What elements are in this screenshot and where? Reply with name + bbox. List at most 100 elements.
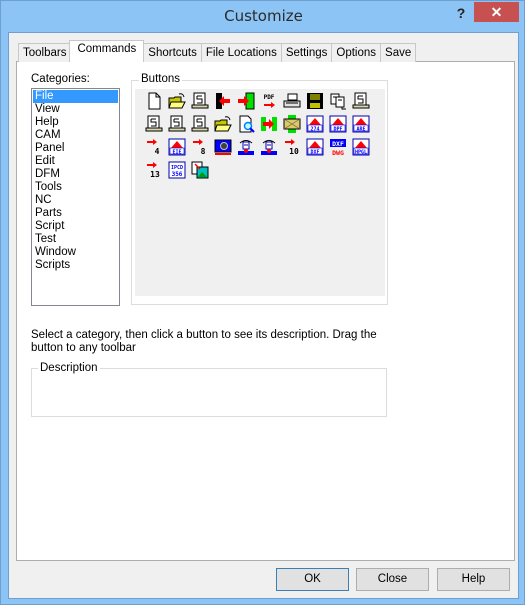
export-10-icon: 10 [285, 139, 299, 156]
command-button[interactable] [237, 92, 255, 110]
command-button[interactable] [145, 92, 163, 110]
envelope-icon [283, 115, 301, 133]
command-button[interactable] [168, 115, 186, 133]
command-button[interactable]: 274 [306, 115, 324, 133]
categories-listbox[interactable]: File View Help CAM Panel Edit DFM Tools … [31, 88, 120, 306]
import-dxf-icon: DXF [306, 138, 324, 156]
close-window-button[interactable]: ✕ [474, 2, 519, 22]
command-button[interactable]: DXF [306, 138, 324, 156]
category-item-window[interactable]: Window [33, 246, 118, 259]
command-button[interactable] [283, 92, 301, 110]
command-button[interactable] [214, 115, 232, 133]
category-item-view[interactable]: View [33, 103, 118, 116]
category-item-nc[interactable]: NC [33, 194, 118, 207]
category-item-script[interactable]: Script [33, 220, 118, 233]
pdf-export-icon: PDF [264, 94, 275, 108]
save-disk-icon [307, 93, 323, 109]
command-button[interactable]: ARE [352, 115, 370, 133]
command-button[interactable] [191, 115, 209, 133]
category-item-cam[interactable]: CAM [33, 129, 118, 142]
ok-button[interactable]: OK [276, 568, 349, 591]
title-bar[interactable]: Customize ? ✕ [1, 1, 525, 32]
robot-icon [238, 140, 254, 155]
svg-text:10: 10 [289, 147, 299, 156]
command-button[interactable]: PDF [260, 92, 278, 110]
command-button[interactable] [145, 115, 163, 133]
category-item-tools[interactable]: Tools [33, 181, 118, 194]
command-button[interactable] [306, 92, 324, 110]
import-hpgl-icon: HPGL [352, 138, 370, 156]
svg-text:8: 8 [201, 147, 206, 156]
command-button[interactable] [191, 161, 209, 179]
command-button[interactable] [352, 92, 370, 110]
command-button[interactable]: HPGL [352, 138, 370, 156]
tab-strip: Toolbars Commands Shortcuts File Locatio… [18, 40, 417, 62]
svg-text:EIE: EIE [172, 150, 181, 156]
command-button[interactable]: 13 [145, 161, 163, 179]
category-item-test[interactable]: Test [33, 233, 118, 246]
description-groupbox [31, 368, 387, 417]
category-item-edit[interactable]: Edit [33, 155, 118, 168]
command-button[interactable] [191, 92, 209, 110]
tab-commands[interactable]: Commands [69, 40, 145, 62]
svg-text:4: 4 [155, 147, 160, 156]
instructions-text: Select a category, then click a button t… [31, 329, 377, 354]
import-are-icon: ARE [352, 115, 370, 133]
command-button[interactable]: EIE [168, 138, 186, 156]
buttons-area: PDF 274 DPF ARE 4 EIE 8 10 DXF DXF DWG HPGL 13 IPCD 35… [135, 89, 385, 296]
category-item-parts[interactable]: Parts [33, 207, 118, 220]
import-dpf-icon: DPF [329, 115, 347, 133]
open-folder-icon [214, 116, 232, 132]
export-8-icon: 8 [193, 139, 206, 156]
command-button[interactable]: 10 [283, 138, 301, 156]
svg-text:ARE: ARE [356, 127, 365, 133]
command-button[interactable]: 8 [191, 138, 209, 156]
command-button[interactable] [214, 92, 232, 110]
print-icon [283, 93, 301, 108]
category-item-file[interactable]: File [33, 90, 118, 103]
category-item-panel[interactable]: Panel [33, 142, 118, 155]
tab-toolbars[interactable]: Toolbars [18, 43, 72, 62]
svg-text:DPF: DPF [333, 127, 342, 133]
command-button[interactable]: 4 [145, 138, 163, 156]
command-button[interactable] [214, 138, 232, 156]
customize-dialog: Customize ? ✕ Toolbars Commands Shortcut… [0, 0, 525, 605]
description-label: Description [38, 362, 100, 374]
categories-label: Categories: [31, 73, 90, 85]
import-left-icon [216, 93, 230, 109]
tab-save[interactable]: Save [380, 43, 417, 62]
new-file-icon [148, 92, 161, 110]
command-button[interactable] [329, 92, 347, 110]
open-folder-icon [168, 93, 186, 109]
export-right-icon [238, 92, 255, 110]
svg-text:356: 356 [172, 171, 183, 178]
svg-text:DWG: DWG [332, 149, 344, 156]
command-button[interactable] [283, 115, 301, 133]
printer-doc-icon [191, 92, 209, 109]
tab-shortcuts[interactable]: Shortcuts [143, 43, 202, 62]
category-item-scripts[interactable]: Scripts [33, 259, 118, 272]
export-4-icon: 4 [147, 139, 160, 156]
command-button[interactable] [260, 138, 278, 156]
help-button[interactable]: Help [437, 568, 510, 591]
dialog-client: Toolbars Commands Shortcuts File Locatio… [8, 32, 519, 599]
help-question-button[interactable]: ? [452, 3, 470, 23]
command-button[interactable] [260, 115, 278, 133]
command-button[interactable] [237, 138, 255, 156]
tab-settings[interactable]: Settings [280, 43, 333, 62]
close-button[interactable]: Close [356, 568, 429, 591]
command-button[interactable] [237, 115, 255, 133]
tab-file-locations[interactable]: File Locations [200, 43, 282, 62]
svg-text:274: 274 [310, 127, 319, 133]
command-button[interactable]: DXF DWG [329, 138, 347, 156]
category-item-dfm[interactable]: DFM [33, 168, 118, 181]
tab-options[interactable]: Options [331, 43, 382, 62]
printer-doc-icon [352, 92, 370, 109]
command-button[interactable]: DPF [329, 115, 347, 133]
command-button[interactable]: IPCD 356 [168, 161, 186, 179]
category-item-help[interactable]: Help [33, 116, 118, 129]
svg-text:DXF: DXF [332, 140, 344, 148]
command-button[interactable] [168, 92, 186, 110]
import-eie-icon: EIE [168, 138, 186, 156]
printer-doc-icon [191, 115, 209, 132]
